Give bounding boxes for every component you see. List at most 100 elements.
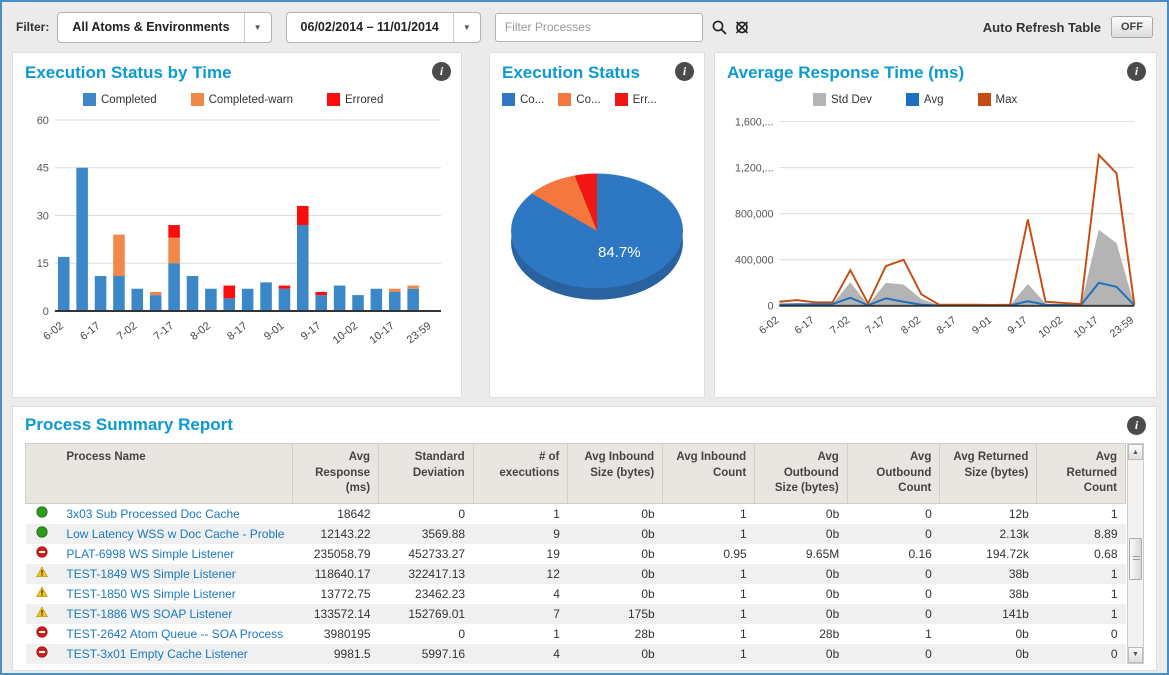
column-header[interactable]: Avg Returned Count — [1037, 444, 1126, 504]
table-row: TEST-1849 WS Simple Listener118640.17322… — [26, 564, 1126, 584]
table-cell: 38b — [940, 584, 1037, 604]
svg-text:9-01: 9-01 — [262, 320, 287, 343]
table-cell: 0 — [1037, 624, 1126, 644]
column-header[interactable]: Process Name — [58, 444, 292, 504]
table-row: 3x03 Sub Processed Doc Cache18642010b10b… — [26, 503, 1126, 524]
table-cell: 0b — [755, 524, 848, 544]
table-cell: 7 — [473, 604, 568, 624]
panel-title: Execution Status — [502, 63, 692, 83]
average-response-time-panel: Average Response Time (ms) i Std Dev Avg… — [714, 52, 1157, 398]
table-cell: 12 — [473, 564, 568, 584]
date-range-value: 06/02/2014 – 11/01/2014 — [287, 20, 453, 34]
auto-refresh-label: Auto Refresh Table — [983, 20, 1101, 35]
table-cell: 1 — [663, 503, 755, 524]
info-icon[interactable]: i — [432, 62, 451, 81]
scrollbar-thumb[interactable] — [1129, 538, 1142, 580]
svg-text:15: 15 — [37, 258, 49, 270]
table-title: Process Summary Report — [25, 415, 1144, 435]
scroll-up-arrow[interactable]: ▲ — [1128, 444, 1143, 460]
table-cell: 194.72k — [940, 544, 1037, 564]
clear-search-icon[interactable] — [733, 19, 751, 36]
process-name-link[interactable]: TEST-1850 WS Simple Listener — [66, 587, 235, 601]
legend-label: Completed-warn — [209, 94, 293, 106]
table-cell: 1 — [663, 584, 755, 604]
status-ok-icon — [36, 527, 48, 541]
svg-text:1,200,...: 1,200,... — [735, 163, 774, 175]
column-header[interactable]: Avg Returned Size (bytes) — [940, 444, 1037, 504]
table-row: TEST-1886 WS SOAP Listener133572.1415276… — [26, 604, 1126, 624]
errored-swatch — [327, 93, 340, 106]
table-cell: 1 — [663, 604, 755, 624]
process-name-link[interactable]: TEST-1849 WS Simple Listener — [66, 567, 235, 581]
info-icon[interactable]: i — [675, 62, 694, 81]
table-cell: 38b — [940, 564, 1037, 584]
process-name-link[interactable]: PLAT-6998 WS Simple Listener — [66, 547, 234, 561]
table-cell: 0b — [568, 644, 663, 664]
process-name-link[interactable]: TEST-1886 WS SOAP Listener — [66, 607, 232, 621]
process-name-link[interactable]: Low Latency WSS w Doc Cache - Proble — [66, 527, 284, 541]
date-range-dropdown[interactable]: 06/02/2014 – 11/01/2014 ▼ — [286, 12, 481, 43]
column-header[interactable]: Avg Response (ms) — [292, 444, 378, 504]
table-cell: 175b — [568, 604, 663, 624]
bar-chart-legend: Completed Completed-warn Errored — [25, 93, 449, 106]
table-cell: 12b — [940, 503, 1037, 524]
table-cell: 3980195 — [292, 624, 378, 644]
legend-label: Max — [996, 94, 1018, 106]
scroll-down-arrow[interactable]: ▼ — [1128, 647, 1143, 663]
info-icon[interactable]: i — [1127, 416, 1146, 435]
auto-refresh-toggle[interactable]: OFF — [1111, 16, 1153, 38]
table-cell: 3569.88 — [379, 524, 474, 544]
process-name-link[interactable]: TEST-2642 Atom Queue -- SOA Process — [66, 627, 283, 641]
atoms-environments-dropdown[interactable]: All Atoms & Environments ▼ — [57, 12, 271, 43]
table-cell: 0 — [847, 584, 940, 604]
column-header[interactable]: Standard Deviation — [379, 444, 474, 504]
table-cell: 9 — [473, 524, 568, 544]
svg-text:60: 60 — [37, 115, 49, 127]
table-row: TEST-1850 WS Simple Listener13772.752346… — [26, 584, 1126, 604]
legend-label: Avg — [924, 94, 944, 106]
atoms-environments-value: All Atoms & Environments — [58, 20, 243, 34]
table-header-row: Process NameAvg Response (ms)Standard De… — [26, 444, 1126, 504]
area-chart-legend: Std Dev Avg Max — [727, 93, 1144, 106]
pie-chart-legend: Co... Co... Err... — [502, 93, 692, 106]
table-row: TEST-3x01 Empty Cache Listener9981.55997… — [26, 644, 1126, 664]
svg-text:10-17: 10-17 — [367, 320, 396, 347]
pie-percentage-label: 84.7% — [598, 244, 641, 261]
status-column-header[interactable] — [26, 444, 59, 504]
chevron-down-icon[interactable]: ▼ — [244, 13, 271, 42]
process-name-link[interactable]: 3x03 Sub Processed Doc Cache — [66, 507, 239, 521]
table-cell: 9.65M — [755, 544, 848, 564]
column-header[interactable]: Avg Outbound Count — [847, 444, 940, 504]
column-header[interactable]: Avg Inbound Size (bytes) — [568, 444, 663, 504]
table-cell: 0b — [940, 624, 1037, 644]
filter-processes-input[interactable] — [495, 13, 703, 42]
table-cell: 1 — [1037, 604, 1126, 624]
table-cell: 0b — [568, 544, 663, 564]
table-zone: Process NameAvg Response (ms)Standard De… — [25, 443, 1144, 664]
vertical-scrollbar[interactable]: ▲ ▼ — [1127, 443, 1144, 664]
chevron-down-icon[interactable]: ▼ — [453, 13, 480, 42]
svg-text:400,000: 400,000 — [735, 255, 774, 267]
table-cell: 18642 — [292, 503, 378, 524]
table-cell: 0b — [568, 524, 663, 544]
svg-text:0: 0 — [43, 306, 49, 318]
search-icon[interactable] — [711, 19, 728, 36]
table-cell: 0 — [847, 564, 940, 584]
column-header[interactable]: Avg Outbound Size (bytes) — [755, 444, 848, 504]
info-icon[interactable]: i — [1127, 62, 1146, 81]
filter-toolbar: Filter: All Atoms & Environments ▼ 06/02… — [2, 2, 1167, 52]
table-cell: 1 — [663, 564, 755, 584]
max-swatch — [978, 93, 991, 106]
table-cell: 0b — [568, 584, 663, 604]
table-cell: 0.16 — [847, 544, 940, 564]
table-cell: 0 — [847, 644, 940, 664]
svg-text:10-02: 10-02 — [1036, 314, 1065, 340]
bar-chart: 0153045606-026-177-027-178-028-179-019-1… — [25, 108, 449, 374]
svg-text:7-02: 7-02 — [828, 314, 852, 337]
column-header[interactable]: Avg Inbound Count — [663, 444, 755, 504]
legend-label: Std Dev — [831, 94, 872, 106]
column-header[interactable]: # of executions — [473, 444, 568, 504]
table-cell: 0b — [755, 604, 848, 624]
process-name-link[interactable]: TEST-3x01 Empty Cache Listener — [66, 647, 247, 661]
svg-text:1,600,...: 1,600,... — [735, 116, 774, 128]
